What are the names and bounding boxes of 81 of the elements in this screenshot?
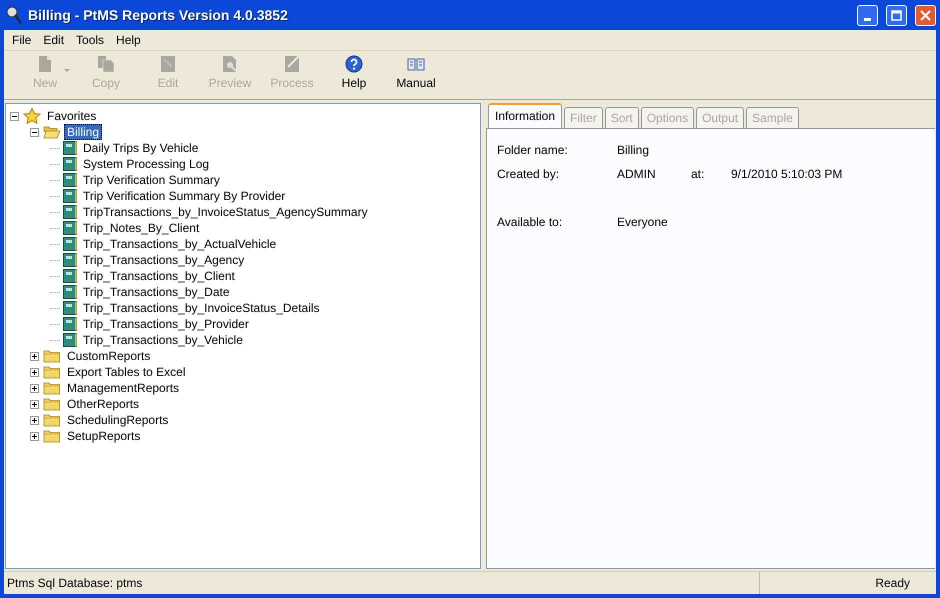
maximize-button[interactable] xyxy=(886,4,907,26)
tree-item[interactable]: Favorites xyxy=(44,108,100,124)
report-icon xyxy=(63,237,77,251)
page-icon xyxy=(284,55,300,73)
expand-toggle[interactable] xyxy=(30,384,39,392)
field-label: Available to: xyxy=(497,215,564,231)
report-icon xyxy=(63,317,77,331)
star-icon xyxy=(23,108,41,124)
tree-item[interactable]: Billing xyxy=(64,124,102,140)
status-text: Ready xyxy=(759,572,936,594)
page-icon xyxy=(160,55,176,73)
field-label: Created by: xyxy=(497,167,560,183)
report-icon xyxy=(63,221,77,235)
tab[interactable]: Information xyxy=(488,103,562,129)
folder-icon xyxy=(43,397,61,411)
folder-icon xyxy=(43,349,61,363)
tree-item[interactable]: Trip_Transactions_by_Provider xyxy=(80,316,252,332)
report-icon xyxy=(63,301,77,315)
maximize-icon xyxy=(891,10,902,20)
report-icon xyxy=(63,285,77,299)
report-icon xyxy=(63,173,77,187)
field-value: ADMIN xyxy=(617,167,657,183)
window-title: Billing - PtMS Reports Version 4.0.3852 xyxy=(28,7,289,23)
toolbar-button[interactable]: Help xyxy=(323,55,385,90)
tree-item[interactable]: OtherReports xyxy=(64,396,142,412)
tree-item[interactable]: Trip Verification Summary xyxy=(80,172,223,188)
expand-toggle[interactable] xyxy=(30,416,39,424)
report-icon xyxy=(63,269,77,283)
close-icon xyxy=(920,10,931,20)
field-value: Billing xyxy=(617,143,650,159)
collapse-toggle[interactable] xyxy=(10,112,19,120)
tree-item[interactable]: Export Tables to Excel xyxy=(64,364,189,380)
expand-toggle[interactable] xyxy=(30,368,39,376)
expand-toggle[interactable] xyxy=(30,400,39,408)
folder-icon xyxy=(43,413,61,427)
open-folder-icon xyxy=(43,125,61,139)
field-label: at: xyxy=(691,167,706,183)
tree-item[interactable]: SetupReports xyxy=(64,428,144,444)
toolbar-button[interactable]: Manual xyxy=(385,55,447,90)
tree-item[interactable]: Trip_Transactions_by_Agency xyxy=(80,252,248,268)
page-icon xyxy=(38,55,52,73)
tree-item[interactable]: TripTransactions_by_InvoiceStatus_AgencySummary xyxy=(80,204,371,220)
page-magnifier-icon xyxy=(222,55,238,73)
field-value: Everyone xyxy=(617,215,669,231)
menu-item[interactable]: Tools xyxy=(70,31,110,49)
menu-item[interactable]: Edit xyxy=(37,31,70,49)
help-icon xyxy=(345,55,363,73)
tree-item[interactable]: Trip_Transactions_by_Client xyxy=(80,268,238,284)
tree-item[interactable]: Trip Verification Summary By Provider xyxy=(80,188,288,204)
tree-item[interactable]: Trip_Transactions_by_InvoiceStatus_Details xyxy=(80,300,323,316)
close-button[interactable] xyxy=(915,4,936,26)
pages-icon xyxy=(97,55,115,73)
tree-item[interactable]: Trip_Transactions_by_Vehicle xyxy=(80,332,246,348)
report-icon xyxy=(63,141,77,155)
expand-toggle[interactable] xyxy=(30,432,39,440)
tree-item[interactable]: Daily Trips By Vehicle xyxy=(80,140,202,156)
report-icon xyxy=(63,253,77,267)
report-icon xyxy=(63,205,77,219)
report-icon xyxy=(63,157,77,171)
collapse-toggle[interactable] xyxy=(30,128,39,136)
menu-item[interactable]: File xyxy=(6,31,38,49)
field-label: Folder name: xyxy=(497,143,569,159)
folder-icon xyxy=(43,429,61,443)
tree-item[interactable]: System Processing Log xyxy=(80,156,212,172)
field-value: 9/1/2010 5:10:03 PM xyxy=(731,167,844,183)
tree-item[interactable]: ManagementReports xyxy=(64,380,182,396)
expand-toggle[interactable] xyxy=(30,352,39,360)
app-icon xyxy=(6,6,22,24)
report-icon xyxy=(63,333,77,347)
tree-item[interactable]: Trip_Transactions_by_ActualVehicle xyxy=(80,236,280,252)
minimize-icon xyxy=(864,18,871,20)
report-icon xyxy=(63,189,77,203)
tree-item[interactable]: SchedulingReports xyxy=(64,412,172,428)
tree-item[interactable]: CustomReports xyxy=(64,348,154,364)
menu-item[interactable]: Help xyxy=(110,31,147,49)
tree-item[interactable]: Trip_Transactions_by_Date xyxy=(80,284,233,300)
minimize-button[interactable] xyxy=(857,4,878,26)
tree-item[interactable]: Trip_Notes_By_Client xyxy=(80,220,202,236)
status-text: Ptms Sql Database: ptms xyxy=(6,576,144,590)
folder-icon xyxy=(43,381,61,395)
folder-icon xyxy=(43,365,61,379)
